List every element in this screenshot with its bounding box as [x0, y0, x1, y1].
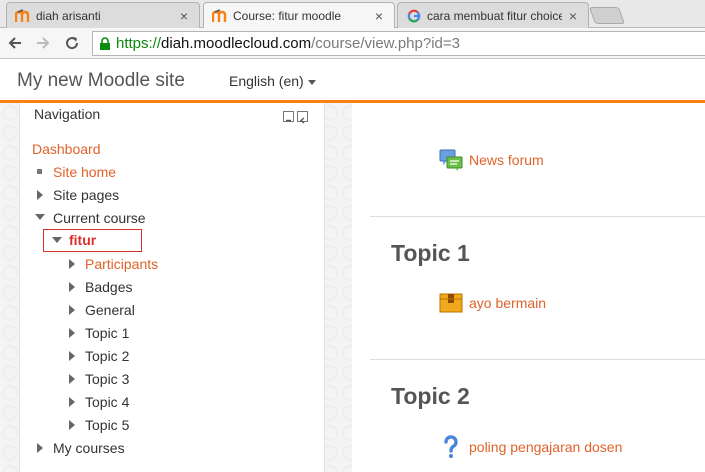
dock-block-icon[interactable] [297, 111, 308, 124]
language-label: English (en) [229, 73, 304, 89]
activity-label[interactable]: ayo bermain [469, 295, 546, 311]
activity-poling-pengajaran-dosen[interactable]: poling pengajaran dosen [439, 435, 622, 459]
nav-topic-4[interactable]: Topic 4 [85, 394, 129, 410]
browser-tab-strip: diah arisanti × Course: fitur moodle × c… [0, 0, 705, 29]
section-title-topic-2: Topic 2 [391, 383, 470, 409]
forward-button[interactable] [32, 32, 54, 54]
expand-arrow-icon[interactable] [69, 259, 75, 269]
browser-tab-cara-membuat-fitur-choice[interactable]: cara membuat fitur choice × [397, 2, 589, 28]
moodle-icon [212, 8, 228, 24]
activity-news-forum[interactable]: News forum [439, 148, 544, 172]
activity-label[interactable]: poling pengajaran dosen [469, 439, 622, 455]
nav-site-home[interactable]: Site home [53, 164, 116, 180]
collapse-block-icon[interactable] [283, 111, 294, 122]
activity-label[interactable]: News forum [469, 152, 544, 168]
expand-arrow-icon[interactable] [69, 397, 75, 407]
nav-topic-1[interactable]: Topic 1 [85, 325, 129, 341]
expand-arrow-icon[interactable] [69, 420, 75, 430]
language-menu[interactable]: English (en) [229, 73, 316, 89]
back-button[interactable] [4, 32, 26, 54]
close-icon[interactable]: × [566, 8, 580, 24]
expand-arrow-icon[interactable] [69, 374, 75, 384]
forward-arrow-icon [37, 37, 50, 49]
nav-badges[interactable]: Badges [85, 279, 132, 295]
section-divider [370, 359, 705, 360]
nav-current-course[interactable]: Current course [53, 210, 146, 226]
nav-topic-2[interactable]: Topic 2 [85, 348, 129, 364]
close-icon[interactable]: × [177, 8, 191, 24]
nav-topic-5[interactable]: Topic 5 [85, 417, 129, 433]
collapse-arrow-icon[interactable] [52, 237, 62, 243]
tab-title: Course: fitur moodle [233, 9, 342, 23]
caret-down-icon [307, 79, 316, 85]
section-title-topic-1: Topic 1 [391, 240, 470, 266]
forum-icon [439, 148, 463, 172]
nav-participants[interactable]: Participants [85, 256, 158, 272]
expand-arrow-icon[interactable] [37, 190, 43, 200]
package-icon [439, 291, 463, 315]
bullet-icon [37, 169, 42, 174]
browser-toolbar: https://diah.moodlecloud.com/course/view… [0, 28, 705, 59]
activity-ayo-bermain[interactable]: ayo bermain [439, 291, 546, 315]
navigation-heading: Navigation [34, 106, 101, 122]
nav-general[interactable]: General [85, 302, 135, 318]
url-path: /course/view.php?id=3 [311, 35, 460, 52]
nav-topic-3[interactable]: Topic 3 [85, 371, 129, 387]
expand-arrow-icon[interactable] [69, 282, 75, 292]
close-icon[interactable]: × [372, 8, 386, 24]
back-arrow-icon [8, 37, 21, 49]
url-host: diah.moodlecloud.com [161, 35, 312, 52]
nav-my-courses[interactable]: My courses [53, 440, 125, 456]
moodle-icon [15, 8, 31, 24]
section-divider [370, 216, 705, 217]
browser-tab-diah-arisanti[interactable]: diah arisanti × [6, 2, 200, 28]
navigation-block: Navigation [19, 103, 325, 472]
expand-arrow-icon[interactable] [37, 443, 43, 453]
reload-button[interactable] [61, 32, 83, 54]
reload-icon [66, 37, 79, 50]
tab-title: cara membuat fitur choice [427, 8, 562, 23]
tab-title: diah arisanti [36, 8, 101, 23]
address-bar[interactable]: https://diah.moodlecloud.com/course/view… [92, 31, 705, 56]
site-name[interactable]: My new Moodle site [17, 70, 185, 92]
url-scheme: https:// [116, 35, 162, 52]
nav-course-fitur[interactable]: fitur [69, 232, 96, 248]
nav-dashboard[interactable]: Dashboard [32, 141, 101, 157]
new-tab-button[interactable] [588, 7, 626, 24]
lock-icon [100, 36, 110, 50]
expand-arrow-icon[interactable] [69, 351, 75, 361]
browser-tab-course-fitur-moodle[interactable]: Course: fitur moodle × [203, 2, 395, 29]
expand-arrow-icon[interactable] [69, 328, 75, 338]
google-icon [406, 8, 422, 24]
course-content: News forum Topic 1 ayo bermain Topic 2 p… [352, 103, 705, 472]
site-header: My new Moodle site English (en) [0, 60, 705, 103]
collapse-arrow-icon[interactable] [35, 214, 45, 220]
question-icon [439, 435, 463, 459]
expand-arrow-icon[interactable] [69, 305, 75, 315]
nav-site-pages[interactable]: Site pages [53, 187, 119, 203]
